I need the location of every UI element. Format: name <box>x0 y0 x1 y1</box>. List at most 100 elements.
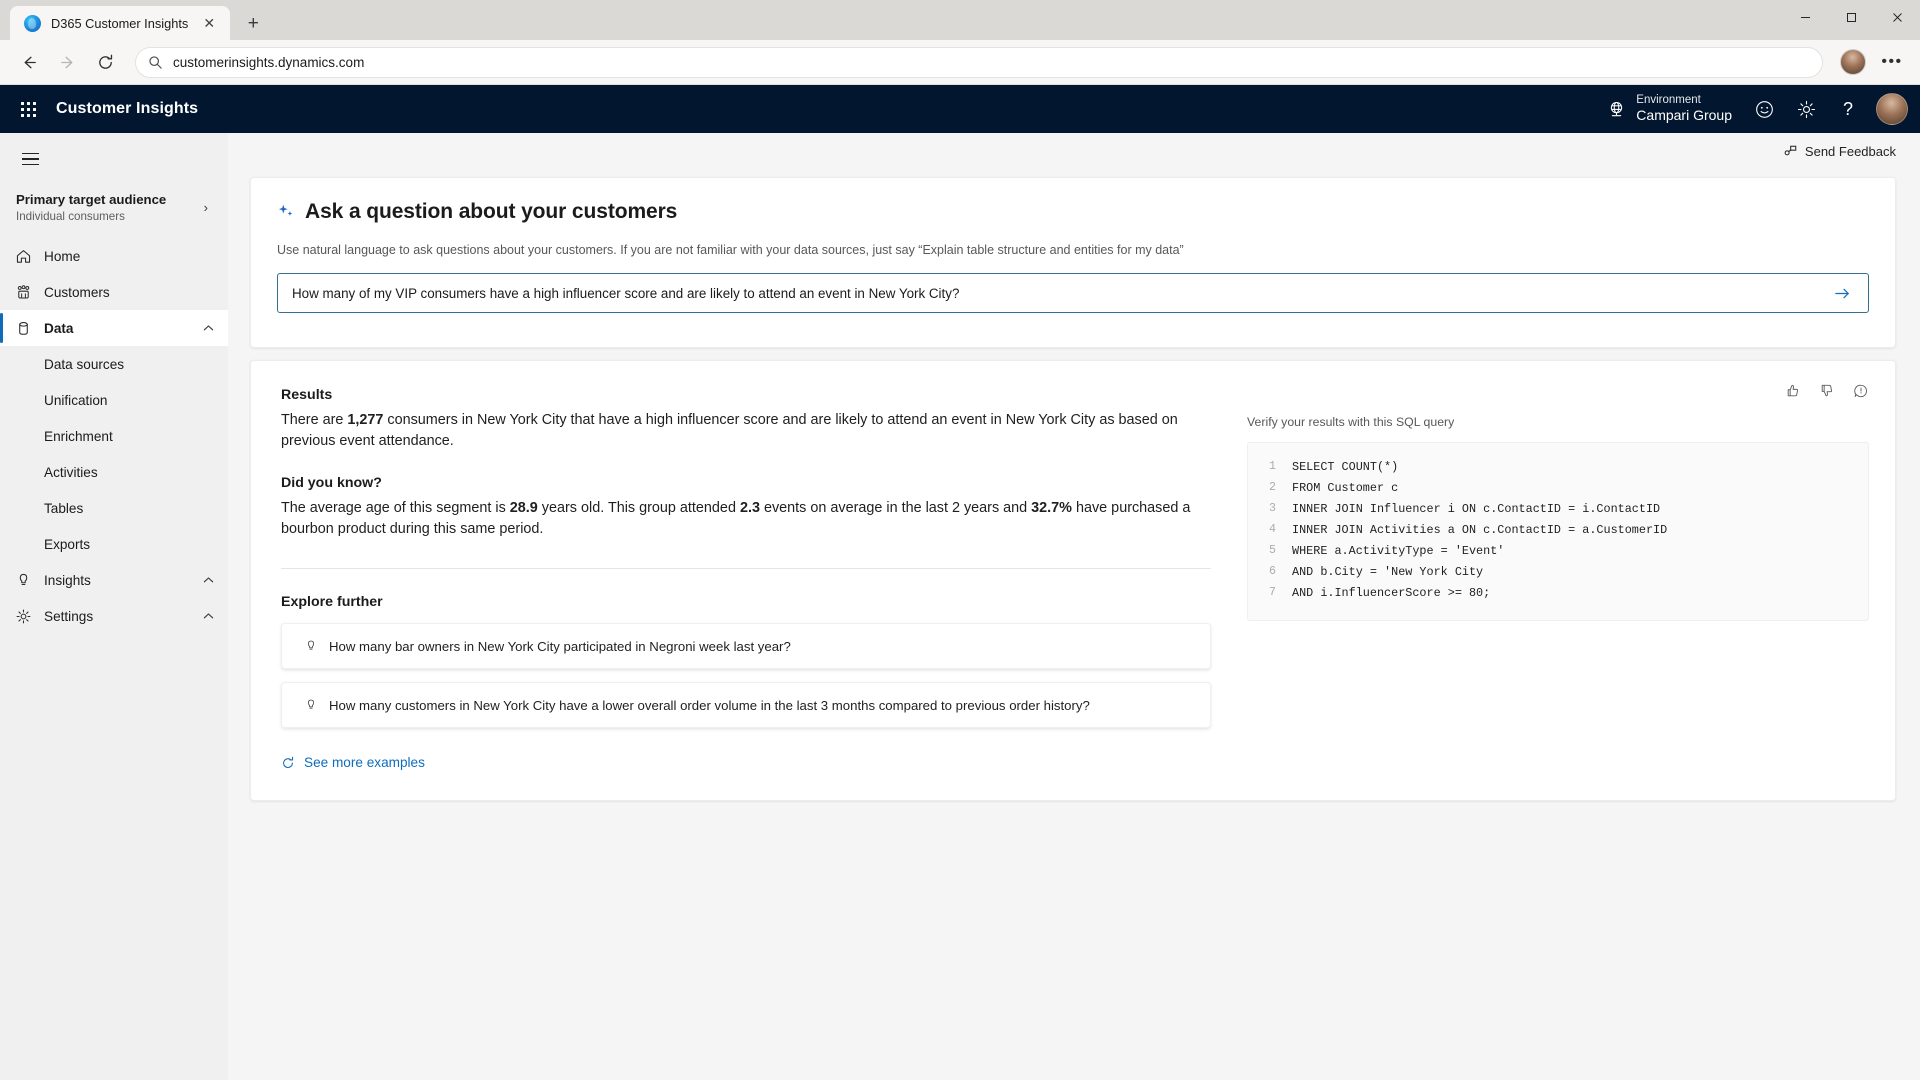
did-you-know-heading: Did you know? <box>281 475 382 492</box>
sql-line-code: INNER JOIN Influencer i ON c.ContactID =… <box>1292 501 1661 516</box>
dyk-text-2: years old. This group attended <box>537 500 740 517</box>
sidebar-item-data[interactable]: Data <box>0 310 228 347</box>
sidebar-item-home[interactable]: Home <box>0 238 228 274</box>
environment-selector[interactable]: Environment Campari Group <box>1597 89 1742 129</box>
sidebar-item-tables[interactable]: Tables <box>0 490 228 526</box>
browser-tab-title: D365 Customer Insights <box>51 15 189 31</box>
chevron-up-icon[interactable] <box>203 324 228 332</box>
sidebar-item-insights[interactable]: Insights <box>0 562 228 598</box>
sidebar-item-unification[interactable]: Unification <box>0 382 228 418</box>
audience-selector[interactable]: Primary target audience Individual consu… <box>0 181 228 234</box>
browser-menu-icon[interactable]: ••• <box>1876 46 1908 78</box>
window-controls <box>1782 0 1920 34</box>
hamburger-menu-icon[interactable] <box>6 137 54 181</box>
maximize-button[interactable] <box>1828 0 1874 34</box>
gear-icon[interactable] <box>1786 89 1826 129</box>
suggestion-text: How many bar owners in New York City par… <box>329 638 791 654</box>
address-bar-url: customerinsights.dynamics.com <box>173 54 365 70</box>
app-header-right: Environment Campari Group ? <box>1597 89 1908 129</box>
dyk-bourbon-percent: 32.7% <box>1031 500 1072 517</box>
sidebar-item-enrichment[interactable]: Enrichment <box>0 418 228 454</box>
sql-line: 4 INNER JOIN Activities a ON c.ContactID… <box>1264 520 1852 541</box>
lightbulb-icon <box>304 639 318 653</box>
help-icon[interactable]: ? <box>1828 89 1868 129</box>
results-heading: Results <box>281 387 333 403</box>
sql-panel: Verify your results with this SQL query … <box>1247 387 1869 770</box>
ask-question-card: Ask a question about your customers Use … <box>250 177 1896 348</box>
reload-icon[interactable] <box>88 45 122 79</box>
submit-arrow-icon[interactable] <box>1828 279 1856 307</box>
thumbs-up-icon[interactable] <box>1783 381 1803 401</box>
environment-label: Environment <box>1636 94 1701 107</box>
new-tab-button[interactable]: + <box>238 8 268 38</box>
search-icon <box>148 55 163 70</box>
chevron-up-icon[interactable] <box>203 612 228 620</box>
main-scroll-area: Ask a question about your customers Use … <box>228 169 1920 1080</box>
close-icon[interactable]: ✕ <box>198 12 220 34</box>
app-launcher-icon[interactable] <box>8 89 48 129</box>
sql-line-code: AND i.InfluencerScore >= 80; <box>1292 585 1491 600</box>
sql-line: 7 AND i.InfluencerScore >= 80; <box>1264 583 1852 604</box>
sidebar-item-settings[interactable]: Settings <box>0 598 228 634</box>
ask-input-wrapper[interactable] <box>277 273 1869 313</box>
close-window-button[interactable] <box>1874 0 1920 34</box>
browser-tab[interactable]: D365 Customer Insights ✕ <box>10 6 231 40</box>
sql-line-code: FROM Customer c <box>1292 480 1399 495</box>
sidebar-item-customers[interactable]: Customers <box>0 274 228 310</box>
see-more-examples-label: See more examples <box>304 755 425 771</box>
result-feedback-group <box>1783 381 1871 401</box>
report-issue-icon[interactable] <box>1851 381 1871 401</box>
sql-line-number: 3 <box>1269 501 1276 515</box>
customers-icon <box>14 284 32 301</box>
forward-icon[interactable] <box>50 45 84 79</box>
chevron-up-icon[interactable] <box>203 576 228 584</box>
sql-line: 3 INNER JOIN Influencer i ON c.ContactID… <box>1264 499 1852 520</box>
question-input[interactable] <box>292 285 1828 301</box>
minimize-button[interactable] <box>1782 0 1828 34</box>
suggestion-item[interactable]: How many customers in New York City have… <box>281 682 1211 729</box>
thumbs-down-icon[interactable] <box>1817 381 1837 401</box>
main-topbar: Send Feedback <box>228 133 1920 169</box>
database-icon <box>14 320 32 337</box>
ask-subtitle: Use natural language to ask questions ab… <box>277 243 1184 257</box>
sql-code-block: 1 SELECT COUNT(*) 2 FROM Customer c 3 IN… <box>1247 442 1869 621</box>
sidebar-item-activities[interactable]: Activities <box>0 454 228 490</box>
sql-line-code: AND b.City = 'New York City <box>1292 564 1484 579</box>
lightbulb-icon <box>14 572 32 589</box>
gear-icon <box>14 608 32 625</box>
send-feedback-icon <box>1783 144 1798 159</box>
sql-panel-label: Verify your results with this SQL query <box>1247 415 1455 429</box>
smiley-icon[interactable] <box>1744 89 1784 129</box>
send-feedback-label: Send Feedback <box>1804 143 1896 159</box>
page-title: Ask a question about your customers <box>305 200 678 223</box>
dyk-average-age: 28.9 <box>509 500 538 517</box>
see-more-examples-button[interactable]: See more examples <box>281 755 1211 770</box>
sql-line-number: 7 <box>1269 585 1276 599</box>
app-header: Customer Insights Environment Campari Gr… <box>0 85 1920 133</box>
sidebar-item-data-sources[interactable]: Data sources <box>0 346 228 382</box>
sql-line-number: 4 <box>1269 522 1276 536</box>
sql-line: 1 SELECT COUNT(*) <box>1264 457 1852 478</box>
send-feedback-button[interactable]: Send Feedback <box>1783 144 1896 159</box>
sql-line-number: 6 <box>1269 564 1276 578</box>
sidebar-item-label: Home <box>44 248 81 264</box>
address-bar[interactable]: customerinsights.dynamics.com <box>135 46 1823 78</box>
sql-line-code: INNER JOIN Activities a ON c.ContactID =… <box>1292 522 1668 537</box>
sidebar-item-exports[interactable]: Exports <box>0 526 228 562</box>
sidebar-item-label: Data <box>44 320 74 336</box>
chevron-right-icon: › <box>203 200 208 216</box>
did-you-know-body: The average age of this segment is 28.9 … <box>281 498 1211 540</box>
app-body: Primary target audience Individual consu… <box>0 133 1920 1080</box>
back-icon[interactable] <box>12 45 46 79</box>
dyk-text-1: The average age of this segment is <box>281 500 510 517</box>
user-avatar[interactable] <box>1876 93 1908 125</box>
suggestion-item[interactable]: How many bar owners in New York City par… <box>281 623 1211 670</box>
sidebar-item-label: Customers <box>44 284 110 300</box>
sql-line: 6 AND b.City = 'New York City <box>1264 562 1852 583</box>
results-card: Results There are 1,277 consumers in New… <box>250 360 1896 802</box>
sql-line-code: SELECT COUNT(*) <box>1292 460 1399 474</box>
dyk-events-attended: 2.3 <box>739 500 760 517</box>
audience-title: Primary target audience <box>16 192 167 207</box>
browser-profile-avatar[interactable] <box>1840 49 1866 75</box>
sidebar-item-label: Settings <box>44 608 94 624</box>
